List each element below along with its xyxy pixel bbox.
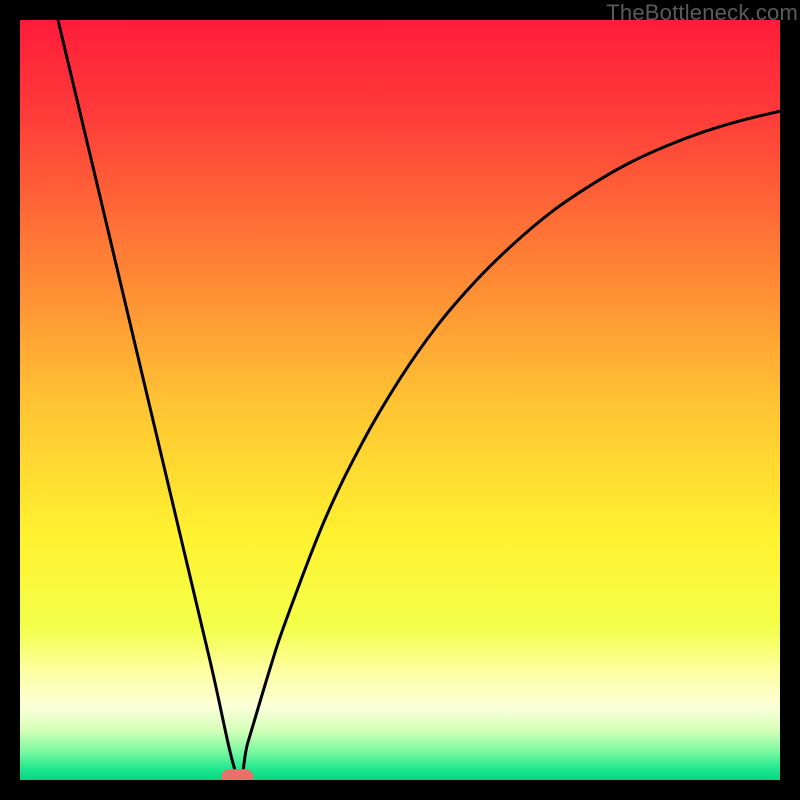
chart-svg — [20, 20, 780, 780]
minimum-marker — [221, 769, 253, 780]
watermark-text: TheBottleneck.com — [606, 0, 798, 26]
chart-background — [20, 20, 780, 780]
chart-frame — [20, 20, 780, 780]
